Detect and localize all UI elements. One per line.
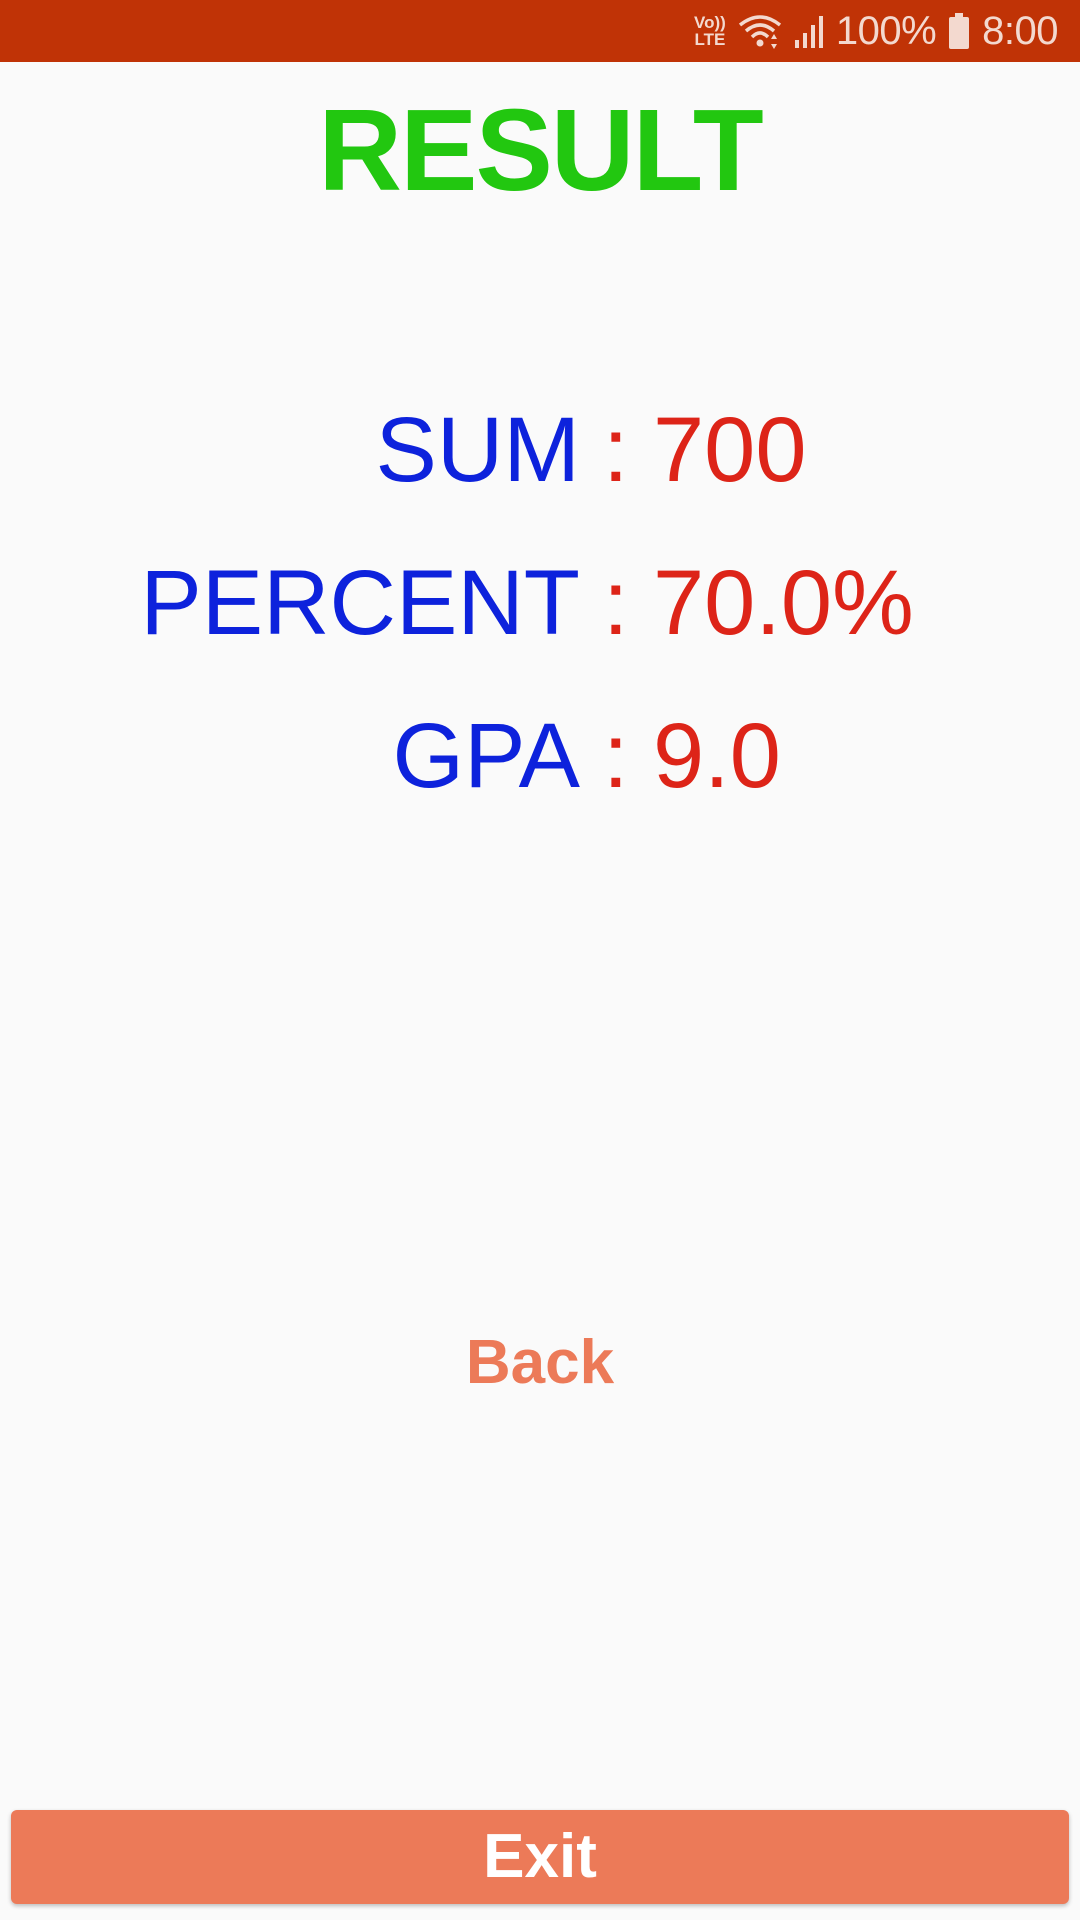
- sum-separator: :: [603, 399, 629, 501]
- gpa-separator: :: [603, 705, 629, 807]
- exit-button[interactable]: Exit: [11, 1810, 1069, 1904]
- page-title: RESULT: [318, 85, 763, 215]
- percent-separator: :: [603, 552, 629, 654]
- status-indicators: Vo)) LTE 100% 8:00: [694, 0, 1058, 62]
- sum-label: SUM: [375, 399, 580, 501]
- back-button[interactable]: Back: [390, 1318, 690, 1408]
- percent-row: PERCENT : 70.0%: [0, 548, 1080, 658]
- sum-value: 700: [653, 399, 807, 501]
- percent-value: 70.0%: [653, 552, 914, 654]
- signal-icon: [794, 14, 824, 48]
- gpa-value: 9.0: [653, 705, 781, 807]
- gpa-label: GPA: [392, 705, 580, 807]
- sum-row: SUM : 700: [0, 395, 1080, 505]
- volte-bottom-text: LTE: [694, 30, 726, 49]
- battery-percent: 100%: [835, 8, 937, 53]
- percent-label: PERCENT: [140, 552, 580, 654]
- result-screen: Vo)) LTE 100% 8:00 RESULT SUM: 700 PERC…: [0, 0, 1080, 1920]
- volte-top-text: Vo)): [694, 13, 726, 32]
- status-bar: Vo)) LTE 100% 8:00: [0, 0, 1080, 62]
- wifi-icon: [738, 13, 782, 49]
- volte-icon: Vo)) LTE: [694, 14, 726, 48]
- clock: 8:00: [982, 8, 1058, 53]
- gpa-row: GPA : 9.0: [0, 701, 1080, 811]
- battery-icon: [948, 13, 970, 49]
